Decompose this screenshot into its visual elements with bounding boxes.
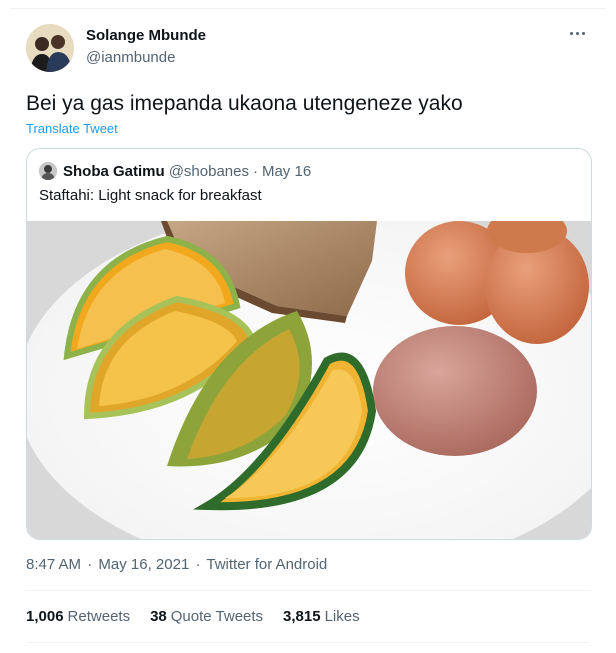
quoted-tweet-text: Staftahi: Light snack for breakfast xyxy=(39,187,262,204)
tweet-date[interactable]: May 16, 2021 xyxy=(98,556,189,573)
more-options-icon[interactable] xyxy=(568,30,588,38)
top-divider xyxy=(10,8,606,9)
quoted-date: May 16 xyxy=(261,162,312,180)
stats-divider xyxy=(26,642,590,643)
meta-separator-1: · xyxy=(87,556,93,573)
breakfast-photo-icon xyxy=(27,206,591,539)
meta-separator-2: · xyxy=(195,556,201,573)
likes-label: Likes xyxy=(324,608,360,625)
likes-stat[interactable]: 3,815 Likes xyxy=(283,608,360,625)
translate-tweet-link[interactable]: Translate Tweet xyxy=(26,121,118,136)
meta-divider xyxy=(26,590,590,591)
quoted-avatar-photo-icon xyxy=(39,162,57,180)
quoted-tweet[interactable]: Shoba Gatimu @shobanes · May 16 Staftahi… xyxy=(26,148,592,540)
avatar-photo-icon xyxy=(26,24,74,72)
quoted-separator: · xyxy=(252,162,258,180)
quoted-handle: @shobanes xyxy=(168,162,249,180)
tweet-time[interactable]: 8:47 AM xyxy=(26,556,81,573)
author-handle[interactable]: @ianmbunde xyxy=(86,48,206,68)
quoted-tweet-header: Shoba Gatimu @shobanes · May 16 xyxy=(39,161,311,181)
author-names: Solange Mbunde @ianmbunde xyxy=(86,26,206,68)
tweet-stats: 1,006 Retweets 38 Quote Tweets 3,815 Likes xyxy=(26,608,380,625)
quoted-display-name: Shoba Gatimu xyxy=(63,162,165,180)
retweets-count: 1,006 xyxy=(26,608,64,625)
avatar[interactable] xyxy=(26,24,74,72)
quoted-avatar xyxy=(39,162,57,180)
quotes-count: 38 xyxy=(150,608,167,625)
quotes-label: Quote Tweets xyxy=(170,608,264,625)
tweet-header: Solange Mbunde @ianmbunde xyxy=(26,24,600,74)
quoted-tweet-photo[interactable] xyxy=(27,206,591,539)
quote-tweets-stat[interactable]: 38 Quote Tweets xyxy=(150,608,263,625)
tweet-source[interactable]: Twitter for Android xyxy=(206,556,327,573)
author-display-name[interactable]: Solange Mbunde xyxy=(86,26,206,46)
retweets-label: Retweets xyxy=(67,608,131,625)
likes-count: 3,815 xyxy=(283,608,321,625)
tweet-meta: 8:47 AM · May 16, 2021 · Twitter for And… xyxy=(26,556,329,573)
tweet-text: Bei ya gas imepanda ukaona utengeneze ya… xyxy=(26,92,463,115)
retweets-stat[interactable]: 1,006 Retweets xyxy=(26,608,130,625)
